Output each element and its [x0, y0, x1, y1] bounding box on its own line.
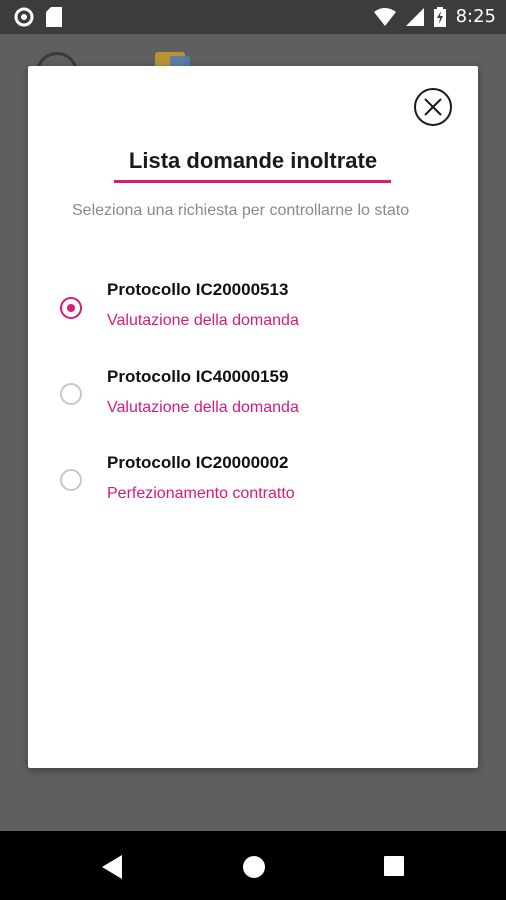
battery-charging-icon [433, 7, 446, 27]
sd-card-icon [46, 7, 62, 27]
home-icon[interactable] [242, 855, 266, 884]
request-item-3[interactable]: Protocollo IC20000002 Perfezionamento co… [28, 453, 478, 523]
radio-button[interactable] [60, 383, 82, 405]
back-icon[interactable] [100, 855, 124, 884]
request-item-2[interactable]: Protocollo IC40000159 Valutazione della … [28, 367, 478, 437]
status-time: 8:25 [455, 6, 496, 27]
recents-icon[interactable] [383, 855, 405, 882]
requests-dialog: Lista domande inoltrate Seleziona una ri… [28, 66, 478, 768]
wifi-icon [373, 8, 396, 26]
navigation-bar [0, 831, 506, 900]
status-bar: 8:25 [0, 0, 506, 34]
radio-button[interactable] [60, 469, 82, 491]
signal-icon [405, 8, 424, 26]
dialog-subtitle: Seleziona una richiesta per controllarne… [72, 202, 410, 219]
request-protocol: Protocollo IC40000159 [107, 367, 289, 386]
circle-notification-icon [14, 7, 34, 27]
request-status: Valutazione della domanda [107, 399, 299, 416]
request-item-1[interactable]: Protocollo IC20000513 Valutazione della … [28, 280, 478, 350]
request-protocol: Protocollo IC20000513 [107, 280, 289, 299]
radio-button[interactable] [60, 297, 82, 319]
request-protocol: Protocollo IC20000002 [107, 453, 289, 472]
close-button[interactable] [414, 88, 452, 126]
request-status: Perfezionamento contratto [107, 485, 295, 502]
dialog-title: Lista domande inoltrate [128, 148, 378, 173]
request-status: Valutazione della domanda [107, 312, 299, 329]
close-icon [424, 98, 442, 116]
title-underline [114, 180, 391, 183]
